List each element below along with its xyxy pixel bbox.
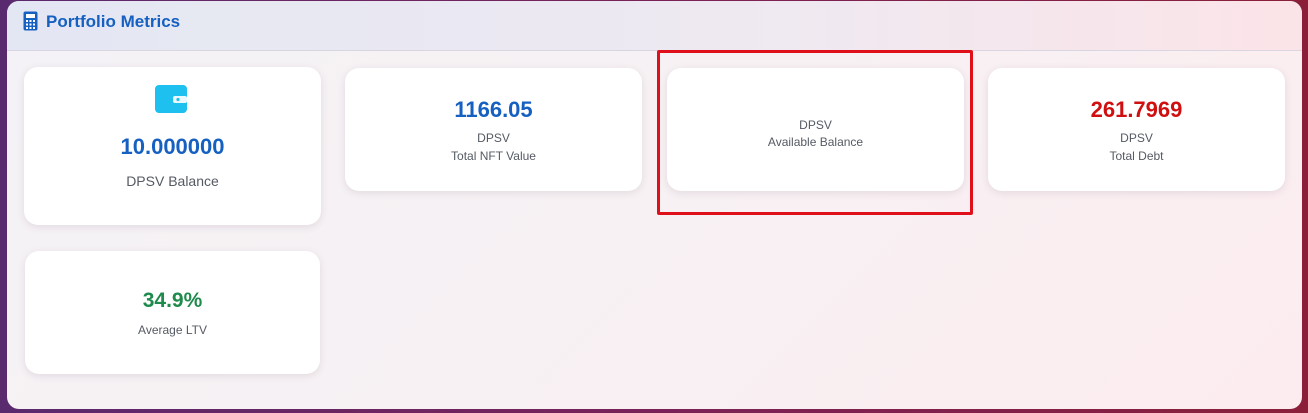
debt-value: 261.7969	[1090, 97, 1183, 122]
nft-value-card: 1166.05 DPSV Total NFT Value	[345, 68, 642, 191]
ltv-card: 34.9% Average LTV	[25, 251, 320, 374]
nft-unit: DPSV	[477, 131, 510, 145]
panel-header: Portfolio Metrics	[7, 1, 1302, 51]
page-title: Portfolio Metrics	[46, 12, 181, 31]
selection-highlight	[657, 50, 973, 215]
debt-unit: DPSV	[1120, 131, 1153, 145]
balance-value: 10.000000	[120, 134, 225, 159]
balance-label: DPSV Balance	[126, 173, 219, 189]
nft-label: Total NFT Value	[451, 149, 536, 163]
ltv-value: 34.9%	[142, 289, 203, 312]
balance-card: 10.000000 DPSV Balance	[24, 67, 321, 225]
nft-value: 1166.05	[454, 97, 533, 122]
portfolio-metrics-panel: Portfolio Metrics 10.000000 DPSV Balance…	[7, 1, 1302, 409]
wallet-icon	[155, 85, 187, 113]
debt-card: 261.7969 DPSV Total Debt	[988, 68, 1285, 191]
ltv-label: Average LTV	[138, 323, 207, 337]
calculator-icon	[23, 11, 38, 31]
debt-label: Total Debt	[1109, 149, 1164, 163]
